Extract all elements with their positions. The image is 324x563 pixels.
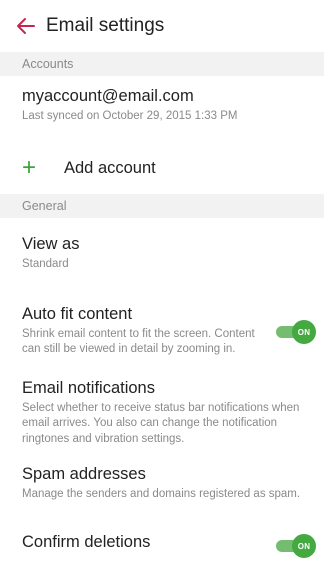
back-arrow-icon[interactable]	[14, 14, 38, 38]
app-bar: Email settings	[0, 0, 324, 52]
auto-fit-description: Shrink email content to fit the screen. …	[22, 327, 255, 356]
setting-auto-fit[interactable]: Auto fit content Shrink email content to…	[0, 292, 324, 366]
spam-description: Manage the senders and domains registere…	[22, 487, 301, 500]
add-account-label: Add account	[64, 158, 156, 177]
setting-spam-addresses[interactable]: Spam addresses Manage the senders and do…	[0, 452, 324, 522]
add-account-button[interactable]: + Add account	[0, 142, 324, 194]
section-header-accounts: Accounts	[0, 52, 324, 76]
spam-title: Spam addresses	[22, 465, 146, 483]
auto-fit-toggle[interactable]: ON	[276, 320, 316, 344]
page-title: Email settings	[46, 15, 165, 36]
notifications-title: Email notifications	[22, 379, 155, 397]
account-item[interactable]: myaccount@email.com Last synced on Octob…	[0, 76, 324, 142]
section-header-general: General	[0, 194, 324, 218]
account-sync-status: Last synced on October 29, 2015 1:33 PM	[22, 109, 238, 122]
toggle-knob: ON	[292, 534, 316, 558]
auto-fit-title: Auto fit content	[22, 305, 133, 323]
setting-view-as[interactable]: View as Standard	[0, 218, 324, 292]
confirm-deletions-toggle[interactable]: ON	[276, 534, 316, 558]
confirm-deletions-title: Confirm deletions	[22, 533, 151, 551]
account-email: myaccount@email.com	[22, 87, 194, 105]
setting-confirm-deletions[interactable]: Confirm deletions ON	[0, 522, 324, 562]
toggle-knob: ON	[292, 320, 316, 344]
setting-email-notifications[interactable]: Email notifications Select whether to re…	[0, 366, 324, 452]
view-as-title: View as	[22, 235, 80, 253]
view-as-value: Standard	[22, 257, 69, 270]
notifications-description: Select whether to receive status bar not…	[22, 401, 300, 445]
plus-icon: +	[22, 154, 37, 181]
